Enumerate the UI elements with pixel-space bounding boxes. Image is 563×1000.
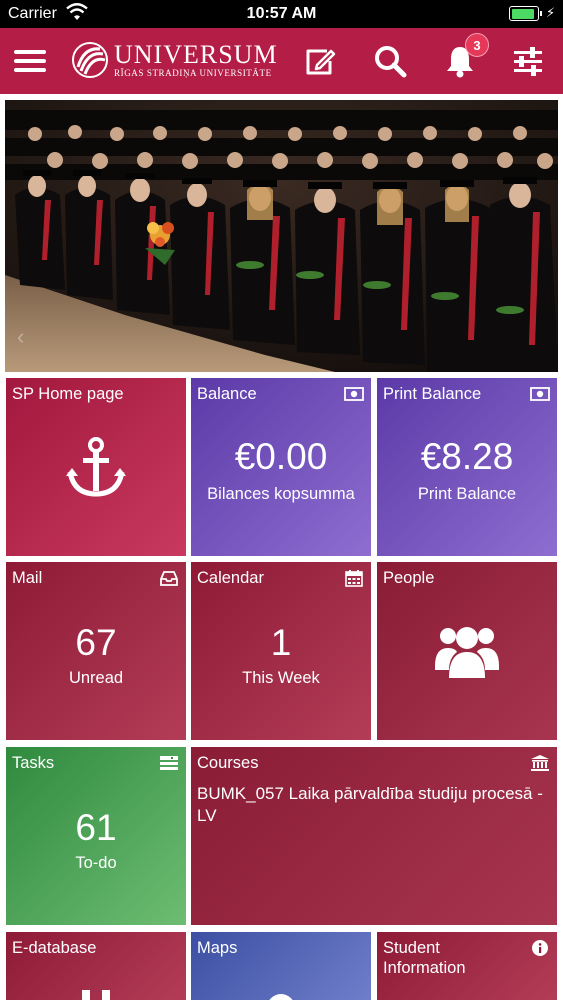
tile-student-info[interactable]: Student Information xyxy=(377,932,557,1000)
compose-button[interactable] xyxy=(300,41,340,81)
tile-title: E-database xyxy=(12,939,97,957)
battery-tip xyxy=(540,11,542,16)
tile-courses[interactable]: Courses BUMK_057 Laika pārvaldība studij… xyxy=(191,747,557,925)
tile-edatabase[interactable]: E-database xyxy=(6,932,186,1000)
tile-title: Maps xyxy=(197,939,238,957)
tile-title: Print Balance xyxy=(383,385,482,403)
tile-tasks[interactable]: Tasks 61 To-do xyxy=(6,747,186,925)
tile-title: Balance xyxy=(197,385,257,403)
edatabase-icon xyxy=(78,990,114,1000)
tile-title: Calendar xyxy=(197,569,264,587)
calendar-label: This Week xyxy=(242,669,320,687)
clock: 10:57 AM xyxy=(246,5,317,22)
tile-calendar[interactable]: Calendar 1 This Week xyxy=(191,562,371,740)
graduation-photo[interactable]: ‹ xyxy=(5,100,558,372)
tasks-count: 61 xyxy=(75,807,117,848)
carousel-prev-icon[interactable]: ‹ xyxy=(17,324,24,350)
app-header: UNIVERSUM RĪGAS STRADIŅA UNIVERSITĀTE 3 xyxy=(0,28,563,94)
tile-mail[interactable]: Mail 67 Unread xyxy=(6,562,186,740)
tile-title: SP Home page xyxy=(12,385,124,403)
calendar-count: 1 xyxy=(270,622,292,663)
universum-logo: UNIVERSUM RĪGAS STRADIŅA UNIVERSITĀTE xyxy=(70,39,277,83)
tile-balance[interactable]: Balance €0.00 Bilances kopsumma xyxy=(191,378,371,556)
tile-people[interactable]: People xyxy=(377,562,557,740)
money-icon xyxy=(530,387,550,401)
balance-label: Bilances kopsumma xyxy=(207,485,355,503)
search-icon xyxy=(375,46,407,78)
filter-button[interactable] xyxy=(508,41,548,81)
calendar-icon xyxy=(345,570,363,587)
money-icon xyxy=(344,387,364,401)
logo-mark-icon xyxy=(72,42,108,78)
tile-print-balance[interactable]: Print Balance €8.28 Print Balance xyxy=(377,378,557,556)
tasks-label: To-do xyxy=(75,854,117,872)
tile-title: Tasks xyxy=(12,754,55,772)
logo-subtitle: RĪGAS STRADIŅA UNIVERSITĀTE xyxy=(114,68,272,78)
mail-label: Unread xyxy=(68,669,124,687)
tile-title: Student Information xyxy=(383,939,466,977)
print-balance-value: €8.28 xyxy=(420,436,514,477)
balance-value: €0.00 xyxy=(234,436,328,477)
institution-icon xyxy=(531,755,549,771)
menu-button[interactable] xyxy=(10,41,50,81)
users-icon xyxy=(435,627,499,678)
search-button[interactable] xyxy=(370,41,410,81)
logo-name: UNIVERSUM xyxy=(114,40,278,69)
info-icon xyxy=(532,940,548,956)
inbox-icon xyxy=(160,571,178,586)
sliders-icon xyxy=(514,47,542,76)
tile-title: Courses xyxy=(197,754,259,772)
list-icon xyxy=(160,756,178,770)
map-marker-icon xyxy=(267,994,295,1000)
battery-icon xyxy=(509,6,539,21)
charging-icon: ⚡ xyxy=(546,5,556,20)
edit-icon xyxy=(306,49,336,75)
anchor-icon xyxy=(66,437,126,497)
tile-sp-home[interactable]: SP Home page xyxy=(6,378,186,556)
tile-maps[interactable]: Maps xyxy=(191,932,371,1000)
tile-title: People xyxy=(383,569,435,587)
hamburger-icon xyxy=(14,50,46,72)
notification-badge: 3 xyxy=(465,33,489,57)
tile-title: Mail xyxy=(12,569,43,587)
mail-count: 67 xyxy=(75,622,117,663)
course-name: BUMK_057 Laika pārvaldība studiju proces… xyxy=(197,784,543,825)
print-balance-label: Print Balance xyxy=(417,485,517,503)
graduation-photo-art xyxy=(5,100,558,372)
status-bar: Carrier 10:57 AM ⚡ xyxy=(0,0,563,28)
